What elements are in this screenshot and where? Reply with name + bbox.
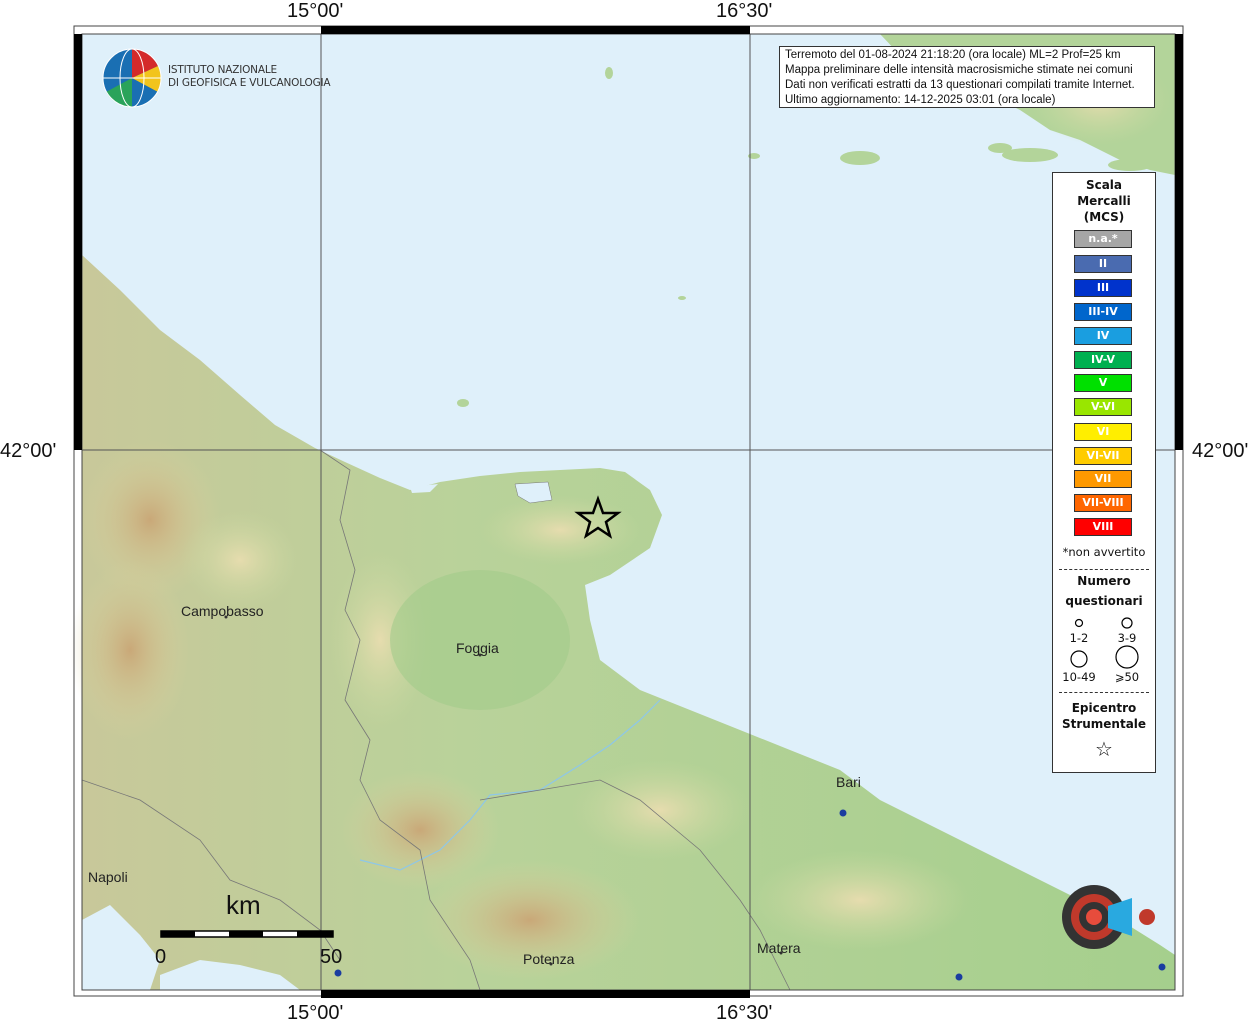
legend-note: *non avvertito <box>1062 545 1146 559</box>
scale-bar <box>160 930 334 938</box>
epicenter-legend-icon: ☆ <box>1095 737 1113 761</box>
event-info-box: Terremoto del 01-08-2024 21:18:20 (ora l… <box>779 46 1155 108</box>
size-circle-1 <box>1074 618 1084 628</box>
intensity-swatch: II <box>1074 255 1132 273</box>
scalebar-unit: km <box>226 890 261 920</box>
right-lat-label: 42°00' <box>1192 440 1249 462</box>
info-source: Dati non verificati estratti da 13 quest… <box>785 79 1135 91</box>
bottom-lon-label-1: 15°00' <box>287 1002 344 1024</box>
island <box>1108 159 1152 171</box>
size-circle-4 <box>1115 645 1139 669</box>
size-label-3: 10-49 <box>1062 670 1096 684</box>
ingv-logo-icon <box>102 48 162 108</box>
city-label-napoli: Napoli <box>88 869 128 885</box>
intensity-swatch: VII-VIII <box>1074 494 1132 512</box>
legend-divider <box>1059 569 1149 570</box>
top-lon-label-1: 15°00' <box>287 0 344 22</box>
island-tremiti <box>457 399 469 407</box>
scalebar-end: 50 <box>320 946 343 968</box>
intensity-swatch: IV-V <box>1074 351 1132 369</box>
relief <box>70 560 190 740</box>
info-update: Ultimo aggiornamento: 14-12-2025 03:01 (… <box>785 94 1056 106</box>
legend-divider <box>1059 692 1149 693</box>
size-circle-2 <box>1121 617 1133 629</box>
size-label-1: 1-2 <box>1069 631 1089 645</box>
city-label-campobasso: Campobasso <box>181 603 264 619</box>
legend-title-2: Mercalli <box>1077 194 1131 208</box>
intensity-swatch: IV <box>1074 327 1132 345</box>
city-label-bari: Bari <box>836 774 861 790</box>
info-description: Mappa preliminare delle intensità macros… <box>785 64 1133 76</box>
legend-title-1: Scala <box>1085 178 1123 192</box>
num-title-1: Numero <box>1077 574 1131 588</box>
intensity-swatch: V <box>1074 374 1132 392</box>
epi-title-1: Epicentro <box>1071 701 1137 715</box>
ingv-line1: ISTITUTO NAZIONALE <box>168 64 277 76</box>
intensity-swatch: VI <box>1074 423 1132 441</box>
size-label-2: 3-9 <box>1117 631 1137 645</box>
info-event: Terremoto del 01-08-2024 21:18:20 (ora l… <box>785 49 1121 61</box>
island <box>605 67 613 79</box>
bottom-lon-label-2: 16°30' <box>716 1002 773 1024</box>
island <box>988 143 1012 153</box>
relief <box>480 495 640 565</box>
relief <box>180 510 300 610</box>
legend-panel: Scala Mercalli (MCS) n.a.* II III III-IV IV I… <box>1052 172 1156 773</box>
intensity-swatch: VII <box>1074 470 1132 488</box>
size-circle-3 <box>1070 650 1088 668</box>
intensity-swatch: III-IV <box>1074 303 1132 321</box>
scalebar-start: 0 <box>155 946 167 968</box>
legend-title-3: (MCS) <box>1083 210 1125 224</box>
intensity-swatch: V-VI <box>1074 398 1132 416</box>
intensity-swatch: VI-VII <box>1074 447 1132 465</box>
intensity-swatch: III <box>1074 279 1132 297</box>
intensity-swatch: VIII <box>1074 518 1132 536</box>
relief <box>750 850 970 950</box>
num-title-2: questionari <box>1065 594 1143 608</box>
city-label-foggia: Foggia <box>456 640 499 656</box>
top-lon-label-2: 16°30' <box>716 0 773 22</box>
island <box>678 296 686 300</box>
ingv-name: ISTITUTO NAZIONALE DI GEOFISICA E VULCAN… <box>168 64 331 90</box>
city-label-matera: Matera <box>757 940 801 956</box>
relief <box>570 760 750 860</box>
epi-title-2: Strumentale <box>1061 717 1147 731</box>
city-label-potenza: Potenza <box>523 951 575 967</box>
left-lat-label: 42°00' <box>0 440 57 462</box>
ingv-line2: DI GEOFISICA E VULCANOLOGIA <box>168 77 331 89</box>
island <box>840 151 880 165</box>
size-label-4: ⩾50 <box>1114 670 1140 684</box>
intensity-swatch: n.a.* <box>1074 230 1132 248</box>
